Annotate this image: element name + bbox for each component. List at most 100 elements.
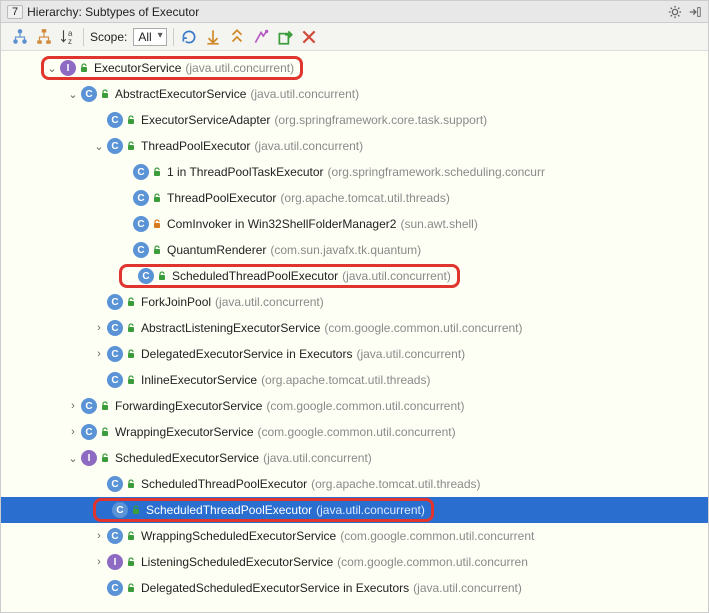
- type-name: AbstractExecutorService: [115, 87, 246, 101]
- package-name: (java.util.concurrent): [254, 139, 363, 153]
- hierarchy-tree[interactable]: ⌄IExecutorService(java.util.concurrent)⌄…: [1, 51, 708, 612]
- tree-row-stpe2[interactable]: C ScheduledThreadPoolExecutor (java.util.c…: [1, 497, 708, 523]
- public-lock-icon: [125, 478, 137, 490]
- tree-row-comInvoker[interactable]: CComInvoker in Win32ShellFolderManager2(…: [1, 211, 708, 237]
- package-name: (java.util.concurrent): [263, 451, 372, 465]
- class-icon: C: [107, 580, 123, 596]
- package-name: (java.util.concurrent): [185, 61, 294, 75]
- chevron-down-icon[interactable]: ⌄: [67, 88, 79, 100]
- package-name: (java.util.concurrent): [250, 87, 359, 101]
- public-lock-icon: [99, 426, 111, 438]
- chevron-down-icon[interactable]: ⌄: [67, 452, 79, 464]
- public-lock-icon: [125, 296, 137, 308]
- tree-row-delegatedExec1[interactable]: ›C DelegatedExecutorService in Executors (…: [1, 341, 708, 367]
- panel-title: Hierarchy: Subtypes of Executor: [27, 5, 199, 19]
- tree-row-execSvcAdapter[interactable]: CExecutorServiceAdapter(org.springframew…: [1, 107, 708, 133]
- package-name: (com.google.common.util.concurrent: [340, 529, 534, 543]
- chevron-right-icon[interactable]: ›: [93, 556, 105, 568]
- tree-row-delegatedSched[interactable]: CDelegatedScheduledExecutorService in Ex…: [1, 575, 708, 601]
- class-icon: C: [133, 164, 149, 180]
- minimized-view-tab[interactable]: 7: [7, 5, 23, 19]
- class-icon: C: [107, 476, 123, 492]
- tree-row-quantumRenderer[interactable]: C QuantumRenderer (com.sun.javafx.tk.quant…: [1, 237, 708, 263]
- tree-row-forwardingExec[interactable]: ›CForwardingExecutorService(com.google.c…: [1, 393, 708, 419]
- chevron-right-icon[interactable]: ›: [67, 400, 79, 412]
- type-name: DelegatedExecutorService in Executors: [141, 347, 352, 361]
- package-name: (java.util.concurrent): [356, 347, 465, 361]
- sort-icon[interactable]: az: [59, 28, 77, 46]
- chevron-right-icon[interactable]: ›: [93, 530, 105, 542]
- protected-lock-icon: [151, 218, 163, 230]
- chevron-down-icon[interactable]: ⌄: [93, 140, 105, 152]
- type-name: ComInvoker in Win32ShellFolderManager2: [167, 217, 396, 231]
- tree-row-threadPoolExec[interactable]: ⌄CThreadPoolExecutor(java.util.concurren…: [1, 133, 708, 159]
- type-name: ListeningScheduledExecutorService: [141, 555, 333, 569]
- public-lock-icon: [125, 322, 137, 334]
- tree-row-tpeTomcat[interactable]: CThreadPoolExecutor(org.apache.tomcat.ut…: [1, 185, 708, 211]
- type-name: ThreadPoolExecutor: [141, 139, 250, 153]
- type-name: InlineExecutorService: [141, 373, 257, 387]
- public-lock-icon: [125, 556, 137, 568]
- package-name: (java.util.concurrent): [413, 581, 522, 595]
- class-icon: C: [107, 320, 123, 336]
- package-name: (java.util.concurrent): [215, 295, 324, 309]
- package-name: (java.util.concurrent): [316, 503, 425, 517]
- type-name: QuantumRenderer: [167, 243, 266, 257]
- package-name: (com.sun.javafx.tk.quantum): [270, 243, 421, 257]
- close-icon[interactable]: [300, 28, 318, 46]
- autobuild-icon[interactable]: [252, 28, 270, 46]
- type-name: ScheduledThreadPoolExecutor: [146, 503, 312, 517]
- class-icon: C: [112, 502, 128, 518]
- tree-row-inlineExec[interactable]: C InlineExecutorService (org.apache.tomcat…: [1, 367, 708, 393]
- tree-row-anon1[interactable]: C1 in ThreadPoolTaskExecutor(org.springf…: [1, 159, 708, 185]
- tree-row-listeningSched[interactable]: ›IListeningScheduledExecutorService(com.…: [1, 549, 708, 575]
- type-name: ScheduledThreadPoolExecutor: [141, 477, 307, 491]
- package-name: (com.google.common.util.concurrent): [258, 425, 456, 439]
- class-icon: C: [133, 190, 149, 206]
- class-icon: C: [133, 242, 149, 258]
- class-icon: C: [107, 346, 123, 362]
- scope-label: Scope:: [90, 30, 127, 44]
- chevron-right-icon[interactable]: ›: [93, 348, 105, 360]
- type-name: ScheduledThreadPoolExecutor: [172, 269, 338, 283]
- tree-row-executorService[interactable]: ⌄I ExecutorService (java.util.concurrent): [1, 55, 708, 81]
- hierarchy-panel: 7 Hierarchy: Subtypes of Executor az Sco…: [0, 0, 709, 613]
- restore-icon[interactable]: [688, 5, 702, 19]
- tree-row-wrappingSched[interactable]: ›CWrappingScheduledExecutorService(com.g…: [1, 523, 708, 549]
- package-name: (org.apache.tomcat.util.threads): [261, 373, 430, 387]
- export-icon[interactable]: [276, 28, 294, 46]
- public-lock-icon: [125, 114, 137, 126]
- public-lock-icon: [78, 62, 90, 74]
- interface-icon: I: [81, 450, 97, 466]
- tree-row-stpe1[interactable]: CScheduledThreadPoolExecutor(java.util.c…: [1, 263, 708, 289]
- tree-row-abstractExecSvc[interactable]: ⌄C AbstractExecutorService (java.util.conc…: [1, 81, 708, 107]
- class-icon: C: [81, 86, 97, 102]
- tree-row-wrappingExec[interactable]: ›CWrappingExecutorService(com.google.com…: [1, 419, 708, 445]
- subtype-hierarchy-icon[interactable]: [35, 28, 53, 46]
- type-name: ExecutorService: [94, 61, 181, 75]
- package-name: (com.google.common.util.concurren: [337, 555, 528, 569]
- chevron-right-icon[interactable]: ›: [67, 426, 79, 438]
- chevron-right-icon[interactable]: ›: [93, 322, 105, 334]
- svg-text:z: z: [68, 36, 72, 45]
- scope-dropdown[interactable]: All: [133, 28, 166, 46]
- type-hierarchy-icon[interactable]: [11, 28, 29, 46]
- public-lock-icon: [99, 400, 111, 412]
- tree-row-schedExecSvc[interactable]: ⌄IScheduledExecutorService(java.util.con…: [1, 445, 708, 471]
- collapse-icon[interactable]: [228, 28, 246, 46]
- interface-icon: I: [60, 60, 76, 76]
- expand-icon[interactable]: [204, 28, 222, 46]
- chevron-down-icon[interactable]: ⌄: [46, 62, 58, 74]
- tree-row-abstractListening[interactable]: ›CAbstractListeningExecutorService(com.g…: [1, 315, 708, 341]
- tree-row-stpeTomcat[interactable]: C ScheduledThreadPoolExecutor (org.apache.…: [1, 471, 708, 497]
- package-name: (com.google.common.util.concurrent): [324, 321, 522, 335]
- class-icon: C: [107, 372, 123, 388]
- type-name: WrappingExecutorService: [115, 425, 254, 439]
- class-icon: C: [138, 268, 154, 284]
- gear-icon[interactable]: [668, 5, 682, 19]
- tree-row-forkJoinPool[interactable]: CForkJoinPool(java.util.concurrent): [1, 289, 708, 315]
- type-name: ForkJoinPool: [141, 295, 211, 309]
- hierarchy-toolbar: az Scope: All: [1, 23, 708, 51]
- refresh-icon[interactable]: [180, 28, 198, 46]
- package-name: (org.apache.tomcat.util.threads): [311, 477, 480, 491]
